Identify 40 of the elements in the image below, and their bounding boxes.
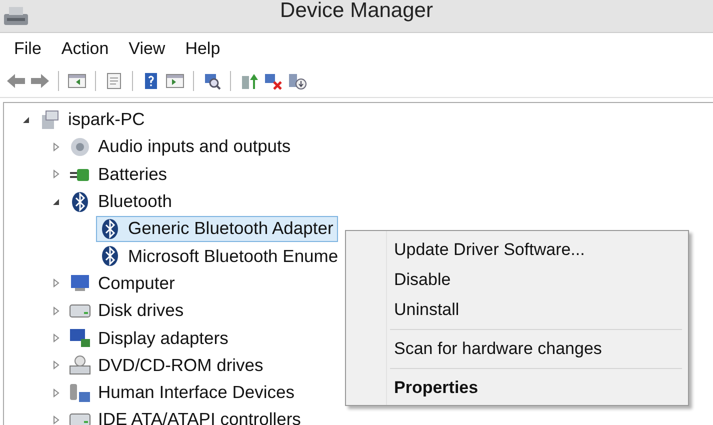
menu-item[interactable]: File [14, 39, 42, 59]
menu-item[interactable]: View [128, 39, 166, 59]
tree-item[interactable]: Display adapters [66, 325, 234, 352]
tree-item[interactable]: ispark-PC [36, 106, 150, 133]
sheet-icon[interactable] [104, 71, 124, 91]
device-download-icon[interactable] [287, 71, 307, 91]
tree-item[interactable]: Human Interface Devices [66, 380, 300, 406]
tree-item[interactable]: Microsoft Bluetooth Enume [96, 243, 344, 270]
menu-item[interactable]: Uninstall [348, 295, 686, 325]
menu-item[interactable]: Help [185, 39, 220, 59]
bluetooth-icon [99, 245, 121, 268]
tree-item[interactable]: Audio inputs and outputs [66, 134, 296, 160]
forward-arrow-icon[interactable] [30, 71, 50, 91]
menu-item[interactable]: Scan for hardware changes [348, 334, 686, 364]
window-title: Device Manager [280, 0, 433, 22]
tree-item[interactable]: Generic Bluetooth Adapter [96, 216, 338, 242]
speaker-icon [69, 136, 91, 158]
menu-item[interactable]: Action [61, 39, 109, 59]
menu-item[interactable]: Properties [348, 373, 686, 403]
input-device-icon [69, 382, 91, 404]
device-cross-icon[interactable] [263, 71, 283, 91]
computer-icon [39, 108, 61, 131]
bluetooth-icon [99, 218, 121, 240]
display-icon [69, 327, 91, 350]
bluetooth-icon [69, 190, 91, 213]
pane-icon[interactable] [165, 71, 185, 91]
tree-item[interactable]: DVD/CD-ROM drives [66, 352, 268, 378]
tree-item[interactable]: Disk drives [66, 298, 189, 324]
tree-item[interactable]: Bluetooth [66, 188, 177, 215]
menu-item[interactable]: Update Driver Software... [348, 235, 686, 265]
tree-item[interactable]: Batteries [66, 161, 172, 188]
back-arrow-icon[interactable] [6, 71, 26, 91]
expander-icon[interactable] [51, 196, 61, 207]
pane-icon[interactable] [67, 71, 87, 91]
expander-icon[interactable] [21, 114, 31, 125]
disc-drive-icon [69, 354, 91, 376]
tree-item[interactable]: Computer [66, 270, 180, 296]
printer-icon [2, 5, 30, 27]
menu-item[interactable]: Disable [348, 265, 686, 295]
monitor-magnifier-icon[interactable] [202, 71, 222, 91]
